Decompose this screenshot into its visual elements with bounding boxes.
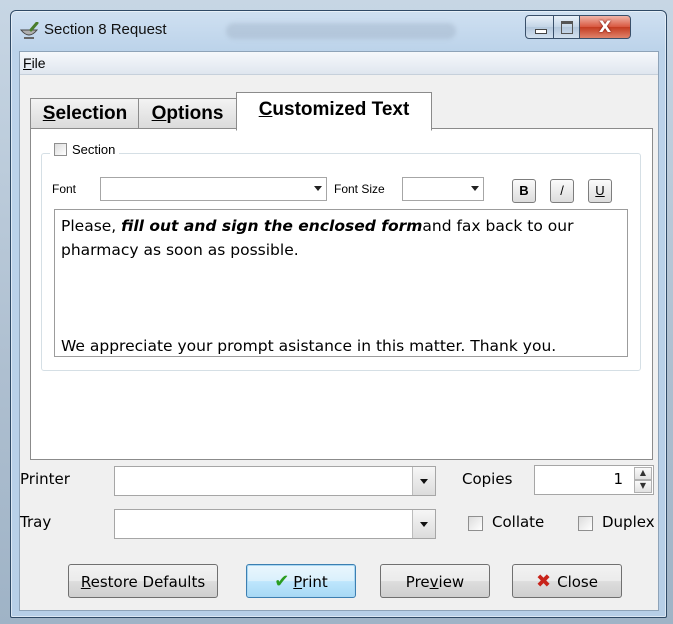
- maximize-icon: [561, 21, 573, 34]
- bold-button[interactable]: B: [512, 179, 536, 203]
- text-line-1: Please, fill out and sign the enclosed f…: [61, 214, 621, 238]
- minimize-button[interactable]: [525, 15, 555, 39]
- tab-customized-text[interactable]: Customized Text: [236, 92, 432, 131]
- mortar-pestle-icon: [19, 22, 39, 39]
- tray-dropdown-arrow-icon[interactable]: [412, 510, 435, 538]
- section-checkbox-label: Section: [72, 142, 116, 157]
- text-line-3: We appreciate your prompt asistance in t…: [61, 337, 557, 355]
- tab-options-label: ptions: [166, 103, 224, 124]
- title-bar[interactable]: Section 8 Request X: [11, 11, 666, 51]
- font-size-dropdown-arrow-icon[interactable]: [471, 186, 479, 191]
- copies-spin-buttons: ▲ ▼: [634, 467, 652, 493]
- menu-file-accel: F: [23, 55, 32, 71]
- menu-bar: File: [20, 52, 658, 75]
- text-line-1-start: Please,: [61, 217, 122, 235]
- tray-select[interactable]: [114, 509, 436, 539]
- tray-label: Tray: [20, 513, 52, 531]
- preview-accel: v: [429, 573, 439, 591]
- collate-label: Collate: [492, 513, 545, 531]
- tab-selection-accel: S: [42, 103, 56, 124]
- close-x-icon: ✖: [536, 571, 552, 592]
- font-label: Font: [52, 182, 77, 196]
- font-dropdown-arrow-icon[interactable]: [314, 186, 322, 191]
- copies-label: Copies: [462, 470, 513, 488]
- section-checkbox-box[interactable]: [54, 143, 67, 156]
- duplex-checkbox[interactable]: [578, 516, 593, 531]
- preview-label-start: Pre: [405, 573, 430, 591]
- spin-up-icon[interactable]: ▲: [634, 467, 652, 480]
- checkmark-icon: ✔: [274, 571, 290, 592]
- section-checkbox[interactable]: Section: [50, 142, 120, 157]
- menu-file[interactable]: File: [23, 55, 46, 71]
- collate-checkbox[interactable]: [468, 516, 483, 531]
- preview-button[interactable]: Preview: [380, 564, 490, 598]
- duplex-label: Duplex: [602, 513, 655, 531]
- italic-button[interactable]: /: [550, 179, 574, 203]
- tab-options-accel: O: [151, 103, 167, 124]
- tab-selection-label: election: [55, 103, 128, 124]
- text-line-1-emphasis: fill out and sign the enclosed form: [121, 217, 423, 235]
- blurred-title-suffix: [226, 23, 456, 39]
- maximize-button[interactable]: [553, 15, 581, 39]
- close-label: Close: [557, 573, 598, 591]
- print-button[interactable]: ✔ Print: [246, 564, 356, 598]
- tab-selection[interactable]: Selection: [30, 98, 140, 129]
- printer-label: Printer: [20, 470, 70, 488]
- text-line-2: pharmacy as soon as possible.: [61, 241, 299, 259]
- tab-options[interactable]: Options: [138, 98, 237, 129]
- section-group: Section Font Font Size B / U Please, fil…: [41, 142, 641, 371]
- spin-down-icon[interactable]: ▼: [634, 480, 652, 493]
- restore-label: estore Defaults: [90, 573, 206, 591]
- print-label: rint: [302, 573, 328, 591]
- font-size-label: Font Size: [334, 182, 385, 196]
- menu-file-label: ile: [31, 55, 46, 71]
- window-title: Section 8 Request: [44, 21, 167, 38]
- close-button[interactable]: ✖ Close: [512, 564, 622, 598]
- tab-customized-text-accel: C: [258, 99, 273, 120]
- restore-defaults-button[interactable]: Restore Defaults: [68, 564, 218, 598]
- close-window-button[interactable]: X: [579, 15, 631, 39]
- preview-label-end: iew: [438, 573, 465, 591]
- tab-customized-text-label: ustomized Text: [272, 99, 410, 120]
- custom-text-editor[interactable]: Please, fill out and sign the enclosed f…: [54, 209, 628, 357]
- text-line-1-end: and fax back to our: [422, 217, 574, 235]
- minimize-icon: [535, 29, 547, 34]
- section8-request-window: Section 8 Request X File Selection Optio…: [10, 10, 667, 618]
- close-icon: X: [598, 17, 612, 36]
- copies-value: 1: [613, 470, 623, 488]
- copies-stepper[interactable]: 1 ▲ ▼: [534, 465, 654, 495]
- print-accel: P: [293, 573, 303, 591]
- font-select[interactable]: [100, 177, 327, 201]
- customized-text-panel: Section Font Font Size B / U Please, fil…: [30, 128, 653, 460]
- printer-select[interactable]: [114, 466, 436, 496]
- printer-dropdown-arrow-icon[interactable]: [412, 467, 435, 495]
- font-size-select[interactable]: [402, 177, 484, 201]
- dialog-client-area: File Selection Options Customized Text S…: [19, 51, 659, 611]
- underline-button[interactable]: U: [588, 179, 612, 203]
- restore-accel: R: [80, 573, 91, 591]
